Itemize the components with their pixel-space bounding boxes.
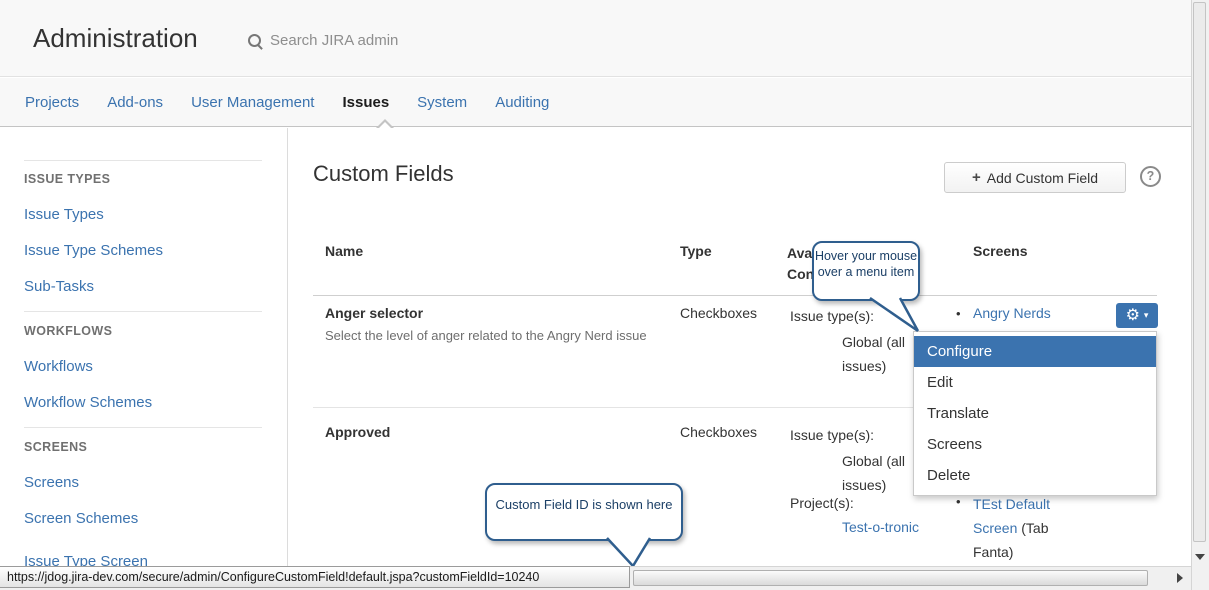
column-header-name: Name	[325, 243, 363, 259]
field-actions-button[interactable]: ⚙ ▾	[1116, 303, 1158, 328]
scroll-down-icon[interactable]	[1195, 554, 1205, 560]
sidebar-divider	[287, 128, 288, 566]
field-description: Select the level of anger related to the…	[325, 326, 663, 345]
screen-link-angry-nerds[interactable]: Angry Nerds	[973, 305, 1051, 321]
sidebar-group-workflows: WORKFLOWS	[24, 324, 112, 338]
add-custom-field-label: Add Custom Field	[987, 170, 1098, 186]
nav-tab-user-management[interactable]: User Management	[191, 94, 314, 111]
table-header-rule	[313, 295, 1157, 296]
menu-item-translate[interactable]: Translate	[914, 398, 1156, 429]
sidebar-item-sub-tasks[interactable]: Sub-Tasks	[24, 278, 94, 295]
sidebar-rule	[24, 427, 262, 428]
callout-menu-tip: Hover your mouse over a menu item	[812, 241, 920, 301]
sidebar-item-issue-type-schemes[interactable]: Issue Type Schemes	[24, 242, 163, 259]
gear-icon: ⚙	[1126, 308, 1140, 324]
plus-icon: +	[972, 169, 981, 186]
sidebar-item-screen-schemes[interactable]: Screen Schemes	[24, 510, 138, 527]
section-title: Custom Fields	[313, 161, 454, 187]
field-name: Approved	[325, 424, 390, 440]
sidebar-group-screens: SCREENS	[24, 440, 87, 454]
help-icon[interactable]: ?	[1140, 166, 1161, 187]
callout-field-id-tip-tail	[600, 535, 660, 570]
context-issue-types-value: Global (all issues)	[842, 449, 922, 497]
nav-tab-addons[interactable]: Add-ons	[107, 94, 163, 111]
sidebar-item-screens[interactable]: Screens	[24, 474, 79, 491]
sidebar-item-workflow-schemes[interactable]: Workflow Schemes	[24, 394, 152, 411]
jira-admin-window: Administration Search JIRA admin Project…	[0, 0, 1209, 590]
admin-header: Administration Search JIRA admin	[0, 0, 1209, 77]
chevron-down-icon: ▾	[1144, 311, 1149, 320]
status-bar-url: https://jdog.jira-dev.com/secure/admin/C…	[0, 566, 630, 588]
column-header-type: Type	[680, 243, 712, 259]
vertical-scrollbar-thumb[interactable]	[1193, 2, 1206, 542]
field-type: Checkboxes	[680, 305, 757, 321]
menu-item-edit[interactable]: Edit	[914, 367, 1156, 398]
nav-tab-projects[interactable]: Projects	[25, 94, 79, 111]
screen-entry: TEst Default Screen (Tab Fanta)	[973, 492, 1073, 564]
search-icon-handle	[257, 44, 263, 50]
field-name: Anger selector	[325, 305, 423, 321]
scroll-right-icon[interactable]	[1177, 573, 1183, 583]
admin-nav: Projects Add-ons User Management Issues …	[0, 78, 1209, 127]
page-title: Administration	[33, 23, 198, 54]
context-issue-types-label: Issue type(s):	[790, 427, 874, 443]
context-issue-types-value: Global (all issues)	[842, 330, 922, 378]
nav-tab-auditing[interactable]: Auditing	[495, 94, 549, 111]
horizontal-scrollbar-thumb[interactable]	[633, 570, 1148, 586]
sidebar-item-workflows[interactable]: Workflows	[24, 358, 93, 375]
sidebar-rule	[24, 311, 262, 312]
callout-menu-tip-tail	[855, 295, 925, 335]
menu-item-configure[interactable]: Configure	[914, 336, 1156, 367]
field-type: Checkboxes	[680, 424, 757, 440]
list-bullet: •	[956, 306, 961, 321]
list-bullet: •	[956, 494, 961, 509]
column-header-screens: Screens	[973, 243, 1027, 259]
project-link-test-o-tronic[interactable]: Test-o-tronic	[842, 519, 919, 535]
active-tab-pointer-fill	[378, 122, 392, 129]
nav-tab-issues[interactable]: Issues	[342, 94, 389, 111]
menu-item-delete[interactable]: Delete	[914, 460, 1156, 491]
callout-field-id-tip: Custom Field ID is shown here	[485, 483, 683, 541]
add-custom-field-button[interactable]: + Add Custom Field	[944, 162, 1126, 193]
sidebar-rule	[24, 160, 262, 161]
menu-item-screens[interactable]: Screens	[914, 429, 1156, 460]
sidebar-group-issue-types: ISSUE TYPES	[24, 172, 110, 186]
context-projects-label: Project(s):	[790, 495, 854, 511]
field-actions-menu: Configure Edit Translate Screens Delete	[913, 331, 1157, 496]
search-placeholder: Search JIRA admin	[270, 32, 398, 49]
sidebar-item-issue-types[interactable]: Issue Types	[24, 206, 104, 223]
nav-tab-system[interactable]: System	[417, 94, 467, 111]
